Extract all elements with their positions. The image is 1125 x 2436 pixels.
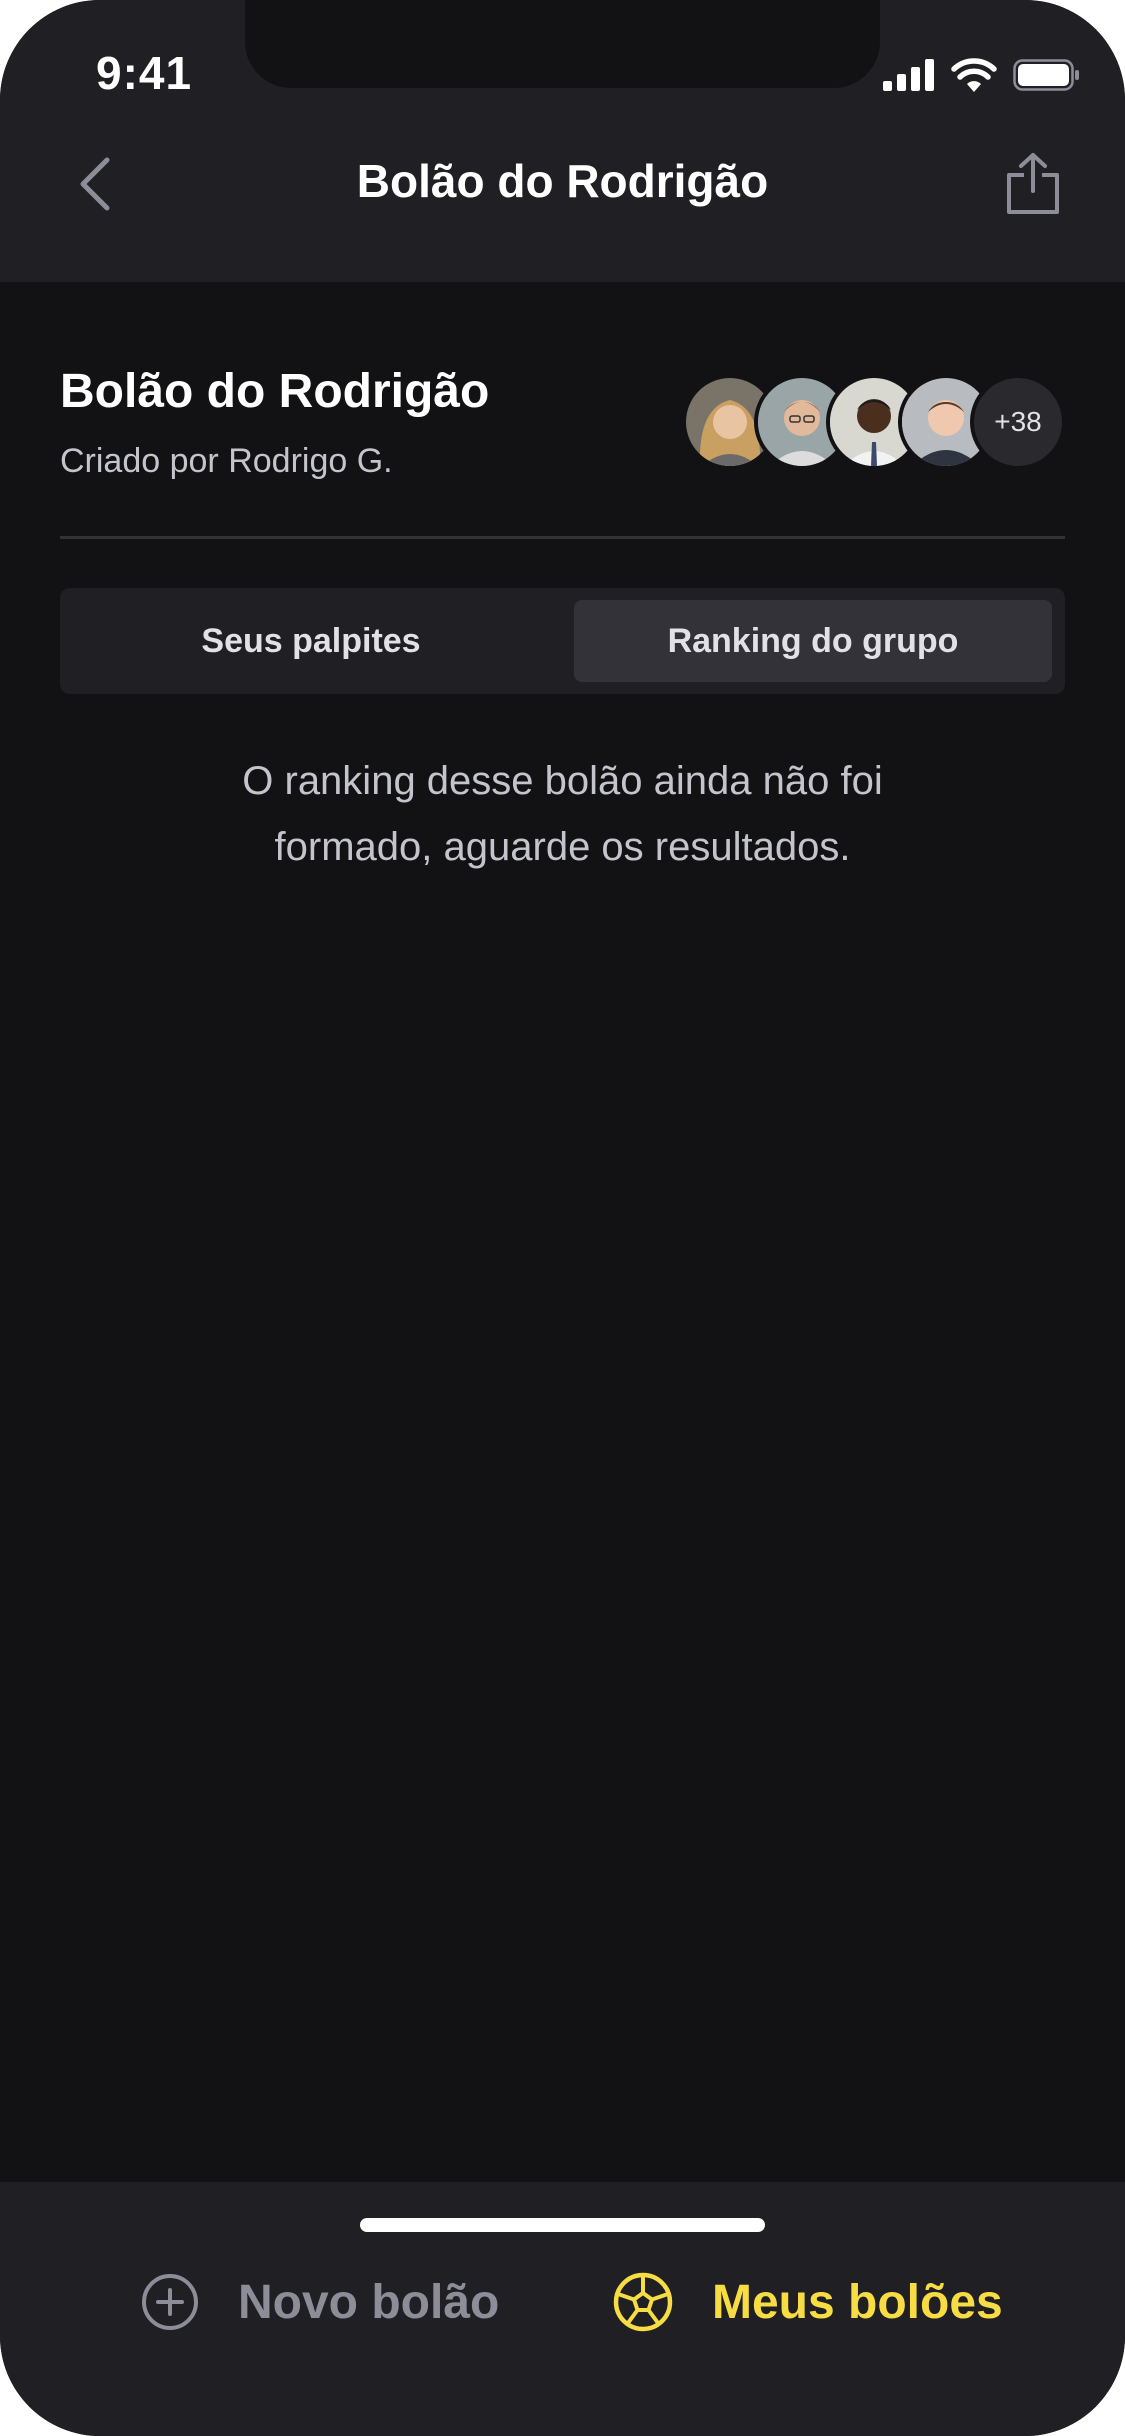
my-pools-label: Meus bolões [712,2275,1003,2329]
status-time: 9:41 [96,47,193,99]
wifi-icon [951,58,997,97]
empty-state-message: O ranking desse bolão ainda não foi form… [242,759,883,869]
page-title: Bolão do Rodrigão [356,155,769,207]
my-pools-button[interactable]: Meus bolões [612,2262,1003,2342]
share-icon [1007,153,1059,214]
plus-circle-icon [142,2274,198,2330]
battery-icon [1013,59,1081,96]
share-button[interactable] [1003,148,1063,218]
app-screen: 9:41 Bolão do Rodrigão Bolão do Rodrigão… [0,0,1125,2436]
home-indicator [360,2218,765,2232]
status-icons [883,58,1081,97]
divider [60,536,1065,539]
tab-seus-palpites[interactable]: Seus palpites [72,600,550,682]
header: 9:41 Bolão do Rodrigão [0,0,1125,282]
new-pool-label: Novo bolão [238,2275,500,2329]
soccer-ball-icon [613,2272,673,2332]
group-creator: Criado por Rodrigo G. [60,442,393,480]
signal-icon [883,59,935,96]
device-notch [245,0,880,88]
tabs: Seus palpites Ranking do grupo [60,588,1065,694]
tab-ranking-do-grupo[interactable]: Ranking do grupo [574,600,1052,682]
new-pool-button[interactable]: Novo bolão [140,2262,499,2342]
participants-more-badge: +38 [970,374,1066,470]
participants-avatars[interactable]: +38 [682,374,1066,470]
group-title: Bolão do Rodrigão [60,365,490,418]
